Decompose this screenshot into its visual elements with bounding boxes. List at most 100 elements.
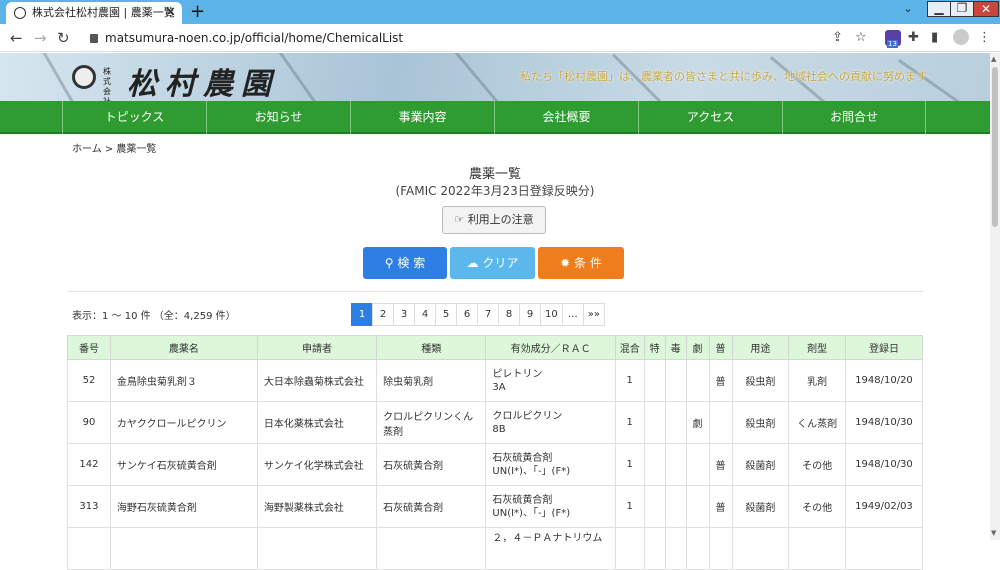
page-link[interactable]: 1	[351, 303, 373, 326]
col-header-ingredient[interactable]: 有効成分／ＲＡＣ	[485, 335, 616, 360]
header-slogan: 私たち「松村農園」は、農業者の皆さまと共に歩み、地域社会への貢献に努めます	[520, 70, 927, 83]
table-row[interactable]: 313 海野石灰硫黄合剤 海野製薬株式会社 石灰硫黄合剤 石灰硫黄合剤 UN(I*…	[67, 485, 924, 528]
window-minimize-button[interactable]: ▁	[927, 1, 951, 17]
cell-form: 乳剤	[788, 359, 846, 402]
cell-form: その他	[788, 485, 846, 528]
global-nav: トピックス お知らせ 事業内容 会社概要 アクセス お問合せ	[0, 101, 990, 134]
conditions-button[interactable]: ✹ 条 件	[538, 247, 624, 279]
nav-access[interactable]: アクセス	[638, 101, 782, 134]
scrollbar-thumb[interactable]	[992, 67, 998, 227]
col-header-form[interactable]: 剤型	[788, 335, 846, 360]
cell-ingredient: クロルピクリン 8B	[485, 401, 616, 444]
pagination: 1 2 3 4 5 6 7 8 9 10 … »»	[351, 303, 605, 326]
tab-title: 株式会社松村農園 | 農薬一覧	[32, 6, 175, 19]
gear-icon: ✹	[560, 256, 571, 270]
company-logo-icon[interactable]	[72, 65, 96, 89]
scroll-down-icon[interactable]: ▼	[991, 529, 996, 537]
browser-tab[interactable]: 株式会社松村農園 | 農薬一覧 ✕	[6, 2, 182, 24]
page-link[interactable]: 4	[414, 303, 436, 326]
rac-code: 3A	[492, 381, 506, 393]
page-link[interactable]: 5	[435, 303, 457, 326]
cell-name[interactable]: サンケイ石灰硫黄合剤	[109, 443, 258, 486]
share-icon[interactable]: ⇪	[832, 28, 843, 48]
cell-name[interactable]	[109, 527, 258, 570]
extensions-puzzle-icon[interactable]: ✚	[908, 28, 919, 48]
cell-fu: 普	[708, 485, 733, 528]
col-header-doku[interactable]: 毒	[664, 335, 687, 360]
cell-date: 1948/10/30	[844, 443, 924, 486]
ingredient-name: クロルピクリン	[492, 410, 563, 422]
clear-button[interactable]: ☁ クリア	[450, 247, 535, 279]
back-arrow-icon[interactable]: ←	[10, 28, 23, 48]
usage-notice-label: 利用上の注意	[467, 213, 534, 226]
cell-geki	[685, 443, 710, 486]
window-maximize-button[interactable]: ❐	[950, 1, 974, 17]
url-field[interactable]: matsumura-noen.co.jp/official/home/Chemi…	[90, 28, 403, 48]
page-link[interactable]: 2	[372, 303, 394, 326]
table-row[interactable]: 90 カヤククロールピクリン 日本化薬株式会社 クロルピクリンくん蒸剤 クロルピ…	[67, 401, 924, 444]
page-link[interactable]: 7	[477, 303, 499, 326]
col-header-fu[interactable]: 普	[708, 335, 733, 360]
reload-icon[interactable]: ↻	[57, 28, 70, 48]
breadcrumb[interactable]: ホーム > 農薬一覧	[72, 140, 156, 155]
extension-icon[interactable]: 13	[885, 30, 901, 48]
col-header-applicant[interactable]: 申請者	[256, 335, 378, 360]
cell-date: 1948/10/20	[844, 359, 924, 402]
logo-name[interactable]: 松村農園	[127, 59, 279, 101]
page-link[interactable]: 9	[519, 303, 541, 326]
col-header-use[interactable]: 用途	[731, 335, 790, 360]
nav-company[interactable]: 会社概要	[494, 101, 638, 134]
page-scrollbar[interactable]: ▲ ▼	[990, 53, 1000, 540]
nav-news[interactable]: お知らせ	[206, 101, 350, 134]
page-link[interactable]: 6	[456, 303, 478, 326]
tab-search-chevron-icon[interactable]: ⌄	[900, 0, 916, 18]
window-close-button[interactable]: ✕	[973, 1, 999, 17]
usage-notice-button[interactable]: ☞ 利用上の注意	[442, 206, 546, 234]
page-link[interactable]: 8	[498, 303, 520, 326]
cell-no: 142	[67, 443, 111, 486]
site-header: 株式会社 松村農園 私たち「松村農園」は、農業者の皆さまと共に歩み、地域社会への…	[0, 53, 990, 101]
col-header-mix[interactable]: 混合	[614, 335, 645, 360]
tab-close-icon[interactable]: ✕	[165, 2, 176, 24]
cell-name[interactable]: 金鳥除虫菊乳剤３	[109, 359, 258, 402]
col-header-toku[interactable]: 特	[643, 335, 666, 360]
cell-applicant: サンケイ化学株式会社	[256, 443, 378, 486]
scroll-up-icon[interactable]: ▲	[991, 55, 996, 63]
col-header-geki[interactable]: 劇	[685, 335, 710, 360]
page-last-link[interactable]: »»	[582, 303, 605, 326]
col-header-name[interactable]: 農薬名	[109, 335, 258, 360]
search-button[interactable]: ⚲ 検 索	[363, 247, 447, 279]
cell-mix: 1	[614, 485, 645, 528]
table-row[interactable]: ２，４－ＰＡナトリウム	[67, 527, 924, 570]
cell-fu	[708, 527, 733, 570]
cell-name[interactable]: 海野石灰硫黄合剤	[109, 485, 258, 528]
cell-doku	[664, 527, 687, 570]
profile-avatar[interactable]	[953, 29, 969, 45]
col-header-kind[interactable]: 種類	[376, 335, 487, 360]
cell-use: 殺虫剤	[731, 359, 790, 402]
nav-business[interactable]: 事業内容	[350, 101, 494, 134]
pointing-hand-icon: ☞	[454, 213, 465, 226]
new-tab-icon[interactable]: +	[190, 0, 205, 24]
chemical-table: 番号 農薬名 申請者 種類 有効成分／ＲＡＣ 混合 特 毒 劇 普 用途 剤型 …	[67, 335, 924, 570]
nav-contact[interactable]: お問合せ	[782, 101, 926, 134]
bookmark-star-icon[interactable]: ☆	[855, 28, 867, 48]
page-link[interactable]: 10	[540, 303, 563, 326]
cell-name[interactable]: カヤククロールピクリン	[109, 401, 258, 444]
page-link[interactable]: 3	[393, 303, 415, 326]
cell-fu: 普	[708, 443, 733, 486]
browser-tab-bar: 株式会社松村農園 | 農薬一覧 ✕ + ⌄ ▁ ❐ ✕	[0, 0, 1000, 24]
forward-arrow-icon[interactable]: →	[34, 28, 47, 48]
cell-geki	[685, 527, 710, 570]
cell-mix: 1	[614, 443, 645, 486]
table-row[interactable]: 142 サンケイ石灰硫黄合剤 サンケイ化学株式会社 石灰硫黄合剤 石灰硫黄合剤 U…	[67, 443, 924, 486]
side-panel-icon[interactable]: ▮	[931, 28, 938, 48]
nav-topics[interactable]: トピックス	[62, 101, 206, 134]
table-row[interactable]: 52 金鳥除虫菊乳剤３ 大日本除蟲菊株式会社 除虫菊乳剤 ピレトリン 3A 1 普…	[67, 359, 924, 402]
col-header-date[interactable]: 登録日	[844, 335, 924, 360]
page-title: 農薬一覧	[468, 167, 521, 182]
rac-code: 8B	[492, 423, 506, 435]
col-header-no[interactable]: 番号	[67, 335, 111, 360]
cell-ingredient: 石灰硫黄合剤 UN(I*)、「-」(F*)	[485, 485, 616, 528]
browser-menu-icon[interactable]: ⋮	[978, 28, 991, 48]
